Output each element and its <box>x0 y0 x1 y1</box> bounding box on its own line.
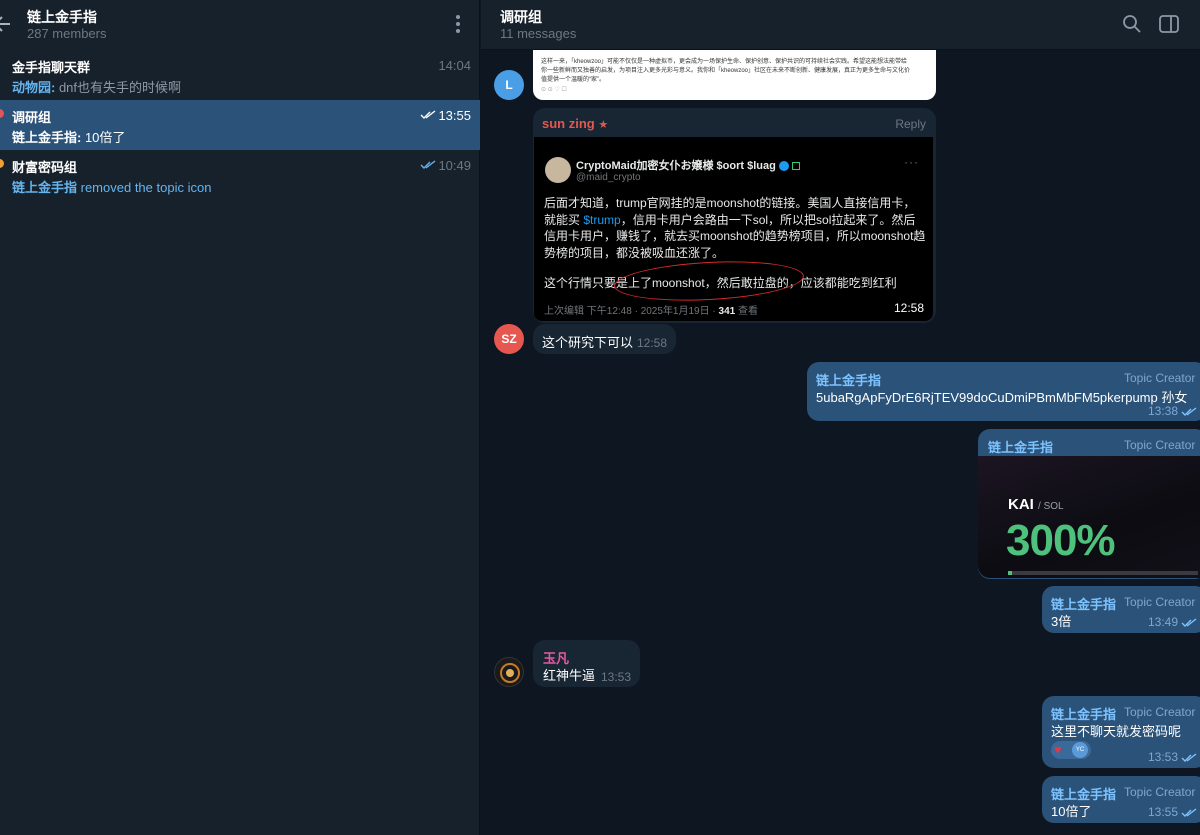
role-badge: Topic Creator <box>1124 371 1196 385</box>
message-count: 11 messages <box>500 26 577 41</box>
double-check-icon <box>1181 808 1197 817</box>
message-bubble-outgoing[interactable]: 链上金手指 Topic Creator 10倍了 13:55 <box>1042 776 1200 823</box>
chat-header: 调研组 11 messages <box>481 0 1200 50</box>
message-time: 13:38 <box>1148 404 1197 418</box>
topic-name: 财富密码组 <box>12 160 78 175</box>
double-check-icon <box>1181 407 1197 416</box>
last-text: dnf也有失手的时候啊 <box>55 80 182 95</box>
topic-last-message: 链上金手指: 10倍了 <box>12 127 125 146</box>
message-bubble-outgoing[interactable]: 链上金手指 Topic Creator 3倍 13:49 <box>1042 586 1200 633</box>
message-text: 这里不聊天就发密码呢 <box>1051 724 1182 739</box>
role-badge: Topic Creator <box>1124 438 1196 452</box>
more-options-icon[interactable] <box>448 13 468 35</box>
role-badge: Topic Creator <box>1124 595 1196 609</box>
topic-name: 金手指聊天群 <box>12 60 91 75</box>
last-sender: 链上金手指 <box>12 180 78 195</box>
tweet-more-icon: ··· <box>904 155 919 169</box>
topic-time: 10:49 <box>438 158 471 173</box>
message-bubble-outgoing[interactable]: 链上金手指 Topic Creator 这里不聊天就发密码呢 ♥ YC 13:5… <box>1042 696 1200 768</box>
role-badge: Topic Creator <box>1124 705 1196 719</box>
message-sender: 链上金手指 <box>988 440 1054 455</box>
pnl-image[interactable]: KAI / SOL 300% <box>978 456 1200 578</box>
double-check-icon <box>1181 618 1197 627</box>
message-text: 这个研究下可以 <box>542 335 634 350</box>
message-time: 13:55 <box>1148 805 1197 819</box>
last-sender: 动物园: <box>12 80 56 95</box>
tweet-author: CryptoMaid加密女仆お嬢様 $oort $luag <box>576 157 800 173</box>
avatar[interactable]: L <box>494 70 524 100</box>
image-icons-row: ⊙ ⊙ ♡ ☐ <box>541 87 567 93</box>
double-check-icon <box>420 110 436 119</box>
topic-last-message: 链上金手指 removed the topic icon <box>12 177 211 196</box>
message-bubble[interactable]: 玉凡 红神牛逼 13:53 <box>533 640 640 687</box>
message-time: 12:58 <box>893 301 924 315</box>
token-pair: KAI / SOL <box>1008 496 1064 513</box>
image-text-line: 你一些新鲜而又独善的启发，为项目注入更多光彩与意义。我你和「kheowzoo」社… <box>541 68 911 74</box>
badge-icon <box>791 162 800 171</box>
message-text: 3倍 <box>1051 614 1072 629</box>
message-time: 13:53 <box>601 670 632 684</box>
image-attachment[interactable]: 这样一来，「kheowzoo」可能不仅仅是一种虚拟币，更会成为一场保护生命、保护… <box>533 50 936 100</box>
percent-gain: 300% <box>1006 516 1116 565</box>
last-text: 10倍了 <box>81 130 126 145</box>
topic-name: 调研组 <box>12 110 52 125</box>
reactor-avatar: YC <box>1072 742 1088 758</box>
sidebar-toggle-icon[interactable] <box>1158 13 1180 35</box>
topic-item-wealth[interactable]: 财富密码组 链上金手指 removed the topic icon 10:49 <box>0 150 480 200</box>
message-bubble[interactable]: 这个研究下可以 12:58 <box>533 324 676 354</box>
avatar[interactable] <box>494 657 524 687</box>
topic-color-dot <box>0 109 4 118</box>
back-arrow-icon[interactable] <box>0 12 12 36</box>
last-text: removed the topic icon <box>77 180 212 195</box>
heart-icon: ♥ <box>1054 742 1062 757</box>
progress-bar <box>1008 571 1198 575</box>
image-text-line: 值提供一个温暖的“家”。 <box>541 77 605 83</box>
tweet-handle: @maid_crypto <box>576 172 641 183</box>
topic-time: 14:04 <box>438 58 471 73</box>
message-text: 5ubaRgApFyDrE6RjTEV99doCuDmiPBmMbFM5pker… <box>816 390 1188 405</box>
topics-panel: 链上金手指 287 members 金手指聊天群 动物园: dnf也有失手的时候… <box>0 0 480 835</box>
role-badge: Topic Creator <box>1124 785 1196 799</box>
group-title: 链上金手指 <box>27 9 97 25</box>
reply-button[interactable]: Reply <box>895 117 926 131</box>
topic-item-chat[interactable]: 金手指聊天群 动物园: dnf也有失手的时候啊 14:04 <box>0 50 480 100</box>
chat-title: 调研组 <box>500 9 542 25</box>
star-icon: ★ <box>598 119 609 131</box>
topic-item-research[interactable]: 调研组 链上金手指: 10倍了 13:55 <box>0 100 480 150</box>
member-count: 287 members <box>27 26 107 41</box>
group-header: 链上金手指 287 members <box>0 0 480 50</box>
avatar-image-icon <box>500 663 520 683</box>
tweet-body: 后面才知道，trump官网挂的是moonshot的链接。美国人直接信用卡，就能买… <box>544 196 926 260</box>
verified-badge-icon <box>778 161 789 172</box>
topic-color-dot <box>0 159 4 168</box>
message-sender: sun zing ★ <box>542 116 609 131</box>
image-text-line: 这样一来，「kheowzoo」可能不仅仅是一种虚拟币，更会成为一场保护生命、保护… <box>541 59 908 65</box>
topic-time: 13:55 <box>438 108 471 123</box>
avatar[interactable]: SZ <box>494 324 524 354</box>
message-time: 13:49 <box>1148 615 1197 629</box>
topic-last-message: 动物园: dnf也有失手的时候啊 <box>12 77 181 96</box>
message-time: 12:58 <box>637 336 668 350</box>
double-check-icon <box>1181 753 1197 762</box>
message-bubble-outgoing[interactable]: 链上金手指 Topic Creator 5ubaRgApFyDrE6RjTEV9… <box>807 362 1200 421</box>
message-time: 13:53 <box>1148 750 1197 764</box>
search-icon[interactable] <box>1121 13 1143 35</box>
double-check-icon <box>420 160 436 169</box>
last-sender: 链上金手指: <box>12 130 82 145</box>
reaction-chip[interactable]: ♥ YC <box>1051 741 1091 759</box>
message-text: 红神牛逼 <box>543 668 596 683</box>
message-text: 10倍了 <box>1051 804 1092 819</box>
tweet-avatar <box>545 157 571 183</box>
tweet-meta: 上次编辑 下午12:48 · 2025年1月19日 · 341 查看 <box>544 306 758 317</box>
